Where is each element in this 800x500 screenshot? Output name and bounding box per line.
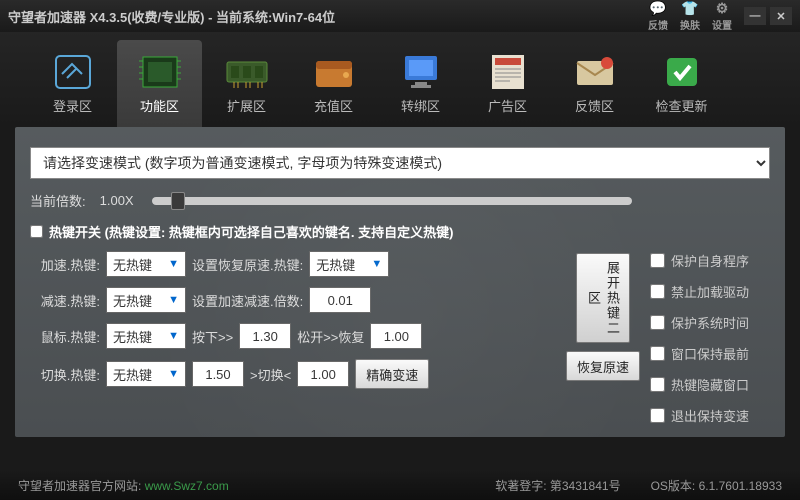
close-button[interactable]: ✕ [770,7,792,25]
expand-hotkey-button[interactable]: 展开热键二区 [576,253,630,343]
accel-label: 加速.热键: [30,255,100,274]
accel-mid-label: 设置恢复原速.热键: [192,255,303,274]
mouse-press-label: 按下>> [192,327,233,346]
speed-slider[interactable] [152,197,632,205]
minimize-button[interactable]: — [744,7,766,25]
footer-os-ver: OS版本: 6.1.7601.18933 [651,477,782,494]
footer-soft-reg: 软著登字: 第3431841号 [495,477,620,494]
tab-function[interactable]: 功能区 [117,40,202,127]
step-multiplier-input[interactable] [309,287,371,313]
switch-mid-label: >切换< [250,365,291,384]
tab-update[interactable]: 检查更新 [639,40,724,127]
hotkey-toggle-label: 热键开关 (热键设置: 热键框内可选择自己喜欢的键名. 支持自定义热键) [49,222,453,241]
switch-label: 切换.热键: [30,365,100,384]
restore-speed-button[interactable]: 恢复原速 [566,351,640,381]
mouse-label: 鼠标.热键: [30,327,100,346]
tab-bar: 登录区 功能区 扩展区 充值区 转绑区 广告区 反馈区 检查更新 [0,32,800,127]
tab-rebind[interactable]: 转绑区 [378,40,463,127]
mode-select[interactable]: 请选择变速模式 (数字项为普通变速模式, 字母项为特殊变速模式) [30,147,770,179]
window-title: 守望者加速器 X4.3.5(收费/专业版) - 当前系统:Win7-64位 [8,7,648,26]
tab-feedback[interactable]: 反馈区 [552,40,637,127]
settings-icon[interactable]: ⚙设置 [712,0,732,32]
check-keep-on-exit[interactable]: 退出保持变速 [650,406,770,425]
check-disable-driver[interactable]: 禁止加载驱动 [650,282,770,301]
decel-label: 减速.热键: [30,291,100,310]
tab-recharge[interactable]: 充值区 [291,40,376,127]
check-topmost[interactable]: 窗口保持最前 [650,344,770,363]
restore-hotkey-combo[interactable]: 无热键▼ [309,251,389,277]
skin-icon[interactable]: 👕换肤 [680,0,700,32]
tab-ads[interactable]: 广告区 [465,40,550,127]
accel-hotkey-combo[interactable]: 无热键▼ [106,251,186,277]
decel-hotkey-combo[interactable]: 无热键▼ [106,287,186,313]
multiplier-label: 当前倍数: [30,191,86,210]
mouse-release-input[interactable] [370,323,422,349]
tab-login[interactable]: 登录区 [30,40,115,127]
mouse-hotkey-combo[interactable]: 无热键▼ [106,323,186,349]
feedback-icon[interactable]: 💬反馈 [648,0,668,32]
footer-site-label: 守望者加速器官方网站: [18,479,141,493]
check-protect-time[interactable]: 保护系统时间 [650,313,770,332]
precise-button[interactable]: 精确变速 [355,359,429,389]
tab-extension[interactable]: 扩展区 [204,40,289,127]
hotkey-toggle-checkbox[interactable] [30,225,43,238]
switch-val1-input[interactable] [192,361,244,387]
switch-val2-input[interactable] [297,361,349,387]
mouse-press-input[interactable] [239,323,291,349]
check-hide-hotkey[interactable]: 热键隐藏窗口 [650,375,770,394]
switch-hotkey-combo[interactable]: 无热键▼ [106,361,186,387]
decel-mid-label: 设置加速减速.倍数: [192,291,303,310]
footer-site-link[interactable]: www.Swz7.com [145,479,229,493]
mouse-release-label: 松开>>恢复 [297,327,364,346]
multiplier-value: 1.00X [100,193,134,208]
check-protect-self[interactable]: 保护自身程序 [650,251,770,270]
